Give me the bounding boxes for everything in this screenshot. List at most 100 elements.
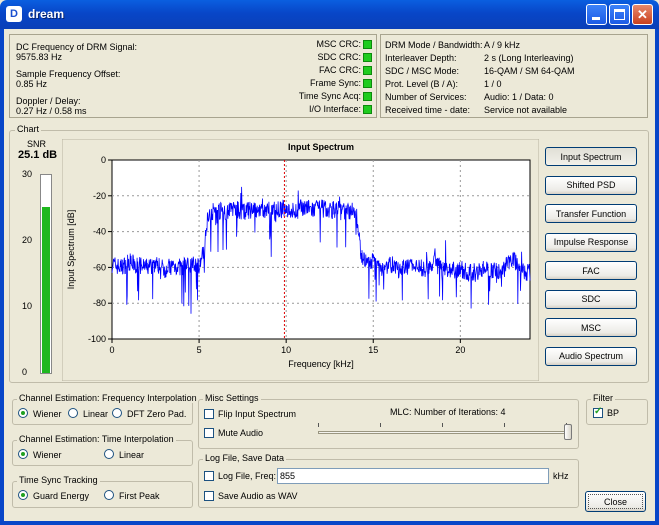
snr-fill xyxy=(42,207,50,373)
mlc-slider-track xyxy=(318,431,572,434)
interleaver-label: Interleaver Depth: xyxy=(385,53,457,63)
snr-tick-label: 10 xyxy=(22,301,33,311)
minimize-button[interactable] xyxy=(586,4,607,25)
flip-spectrum-label: Flip Input Spectrum xyxy=(218,409,297,419)
drm-mode-value: A / 9 kHz xyxy=(484,40,521,50)
sdc-msc-mode-value: 16-QAM / SM 64-QAM xyxy=(484,66,575,76)
y-tick-label: -60 xyxy=(93,262,106,272)
flip-spectrum-checkbox[interactable] xyxy=(204,409,214,419)
doppler-delay-value: 0.27 Hz / 0.58 ms xyxy=(16,106,87,116)
y-tick-label: -100 xyxy=(88,334,106,344)
close-window-button[interactable]: ✕ xyxy=(632,4,653,25)
save-wav-label: Save Audio as WAV xyxy=(218,491,298,501)
freq-interp-radio-linear[interactable] xyxy=(68,408,78,418)
msc-crc-led xyxy=(363,40,372,49)
title-bar[interactable]: D dream ✕ xyxy=(0,0,659,29)
bp-label: BP xyxy=(607,408,620,418)
snr-value: 25.1 dB xyxy=(18,149,58,161)
prot-level-label: Prot. Level (B / A): xyxy=(385,79,459,89)
time-sync-option-label: First Peak xyxy=(119,491,160,501)
x-tick-label: 15 xyxy=(368,345,378,355)
plot-area xyxy=(111,159,531,340)
view-button-input-spectrum[interactable]: Input Spectrum xyxy=(545,147,637,166)
view-button-shifted-psd[interactable]: Shifted PSD xyxy=(545,175,637,195)
maximize-button[interactable] xyxy=(609,4,630,25)
time-sync-acq-label: Time Sync Acq: xyxy=(298,91,361,101)
frame-sync-label: Frame Sync: xyxy=(309,78,361,88)
view-button-msc[interactable]: MSC xyxy=(545,318,637,337)
time-interp-option-label: Linear xyxy=(119,450,145,460)
y-axis-label: Input Spectrum [dB] xyxy=(66,210,76,290)
drm-mode-label: DRM Mode / Bandwidth: xyxy=(385,40,483,50)
time-interp-option-label: Wiener xyxy=(33,450,62,460)
freq-interp-radio-wiener[interactable] xyxy=(18,408,28,418)
mute-audio-checkbox[interactable] xyxy=(204,428,214,438)
misc-settings-label: Misc Settings xyxy=(203,393,261,403)
freq-interp-label: Channel Estimation: Frequency Interpolat… xyxy=(17,393,199,403)
status-panel: DC Frequency of DRM Signal: 9575.83 Hz S… xyxy=(9,34,377,118)
minimize-icon xyxy=(592,17,600,20)
time-sync-radio-guard-energy[interactable] xyxy=(18,490,28,500)
time-interp-label: Channel Estimation: Time Interpolation xyxy=(17,434,176,444)
spectrum-chart: Input Spectrum0-20-40-60-80-1000 5 10 15 20F… xyxy=(62,139,539,381)
x-tick-label: 0 xyxy=(109,345,114,355)
mlc-slider-tick xyxy=(380,423,381,427)
chart-title: Input Spectrum xyxy=(288,142,354,152)
fac-crc-label: FAC CRC: xyxy=(318,65,361,75)
mlc-slider-tick xyxy=(318,423,319,427)
mute-audio-label: Mute Audio xyxy=(218,428,264,438)
dc-frequency-value: 9575.83 Hz xyxy=(16,52,63,62)
time-interp-radio-wiener[interactable] xyxy=(18,449,28,459)
log-freq-input[interactable]: 855 xyxy=(277,468,549,484)
time-sync-option-label: Guard Energy xyxy=(33,491,90,501)
sample-offset-label: Sample Frequency Offset: xyxy=(16,69,121,79)
bp-checkbox[interactable] xyxy=(593,406,603,418)
view-button-transfer-function[interactable]: Transfer Function xyxy=(545,204,637,223)
time-sync-radio-first-peak[interactable] xyxy=(104,490,114,500)
freq-interp-radio-dft-zero-pad-[interactable] xyxy=(112,408,122,418)
mlc-slider[interactable] xyxy=(318,423,572,441)
sample-offset-value: 0.85 Hz xyxy=(16,79,48,89)
log-freq-unit: kHz xyxy=(553,471,569,481)
services-label: Number of Services: xyxy=(385,92,467,102)
dc-frequency-label: DC Frequency of DRM Signal: xyxy=(16,42,138,52)
received-time-value: Service not available xyxy=(484,105,568,115)
maximize-icon xyxy=(614,9,625,20)
close-button[interactable]: Close xyxy=(585,491,646,512)
snr-tick-label: 0 xyxy=(22,367,28,377)
x-axis-label: Frequency [kHz] xyxy=(288,359,354,369)
app-icon[interactable]: D xyxy=(6,6,22,22)
received-time-label: Received time - date: xyxy=(385,105,471,115)
view-button-sdc[interactable]: SDC xyxy=(545,289,637,309)
log-file-checkbox[interactable] xyxy=(204,471,214,481)
sdc-crc-led xyxy=(363,53,372,62)
mlc-label: MLC: Number of Iterations: 4 xyxy=(390,407,506,417)
x-tick-label: 10 xyxy=(281,345,291,355)
close-icon: ✕ xyxy=(637,7,648,22)
info-panel: DRM Mode / Bandwidth: A / 9 kHz Interlea… xyxy=(380,34,648,118)
snr-tick-label: 30 xyxy=(22,169,33,179)
time-interp-radio-linear[interactable] xyxy=(104,449,114,459)
view-button-audio-spectrum[interactable]: Audio Spectrum xyxy=(545,346,637,366)
x-tick-label: 5 xyxy=(197,345,202,355)
prot-level-value: 1 / 0 xyxy=(484,79,502,89)
snr-tick-label: 20 xyxy=(22,235,33,245)
x-tick-label: 20 xyxy=(455,345,465,355)
view-button-fac[interactable]: FAC xyxy=(545,261,637,280)
freq-interp-option-label: Wiener xyxy=(33,409,62,419)
y-tick-label: 0 xyxy=(101,155,106,165)
io-interface-led xyxy=(363,105,372,114)
io-interface-label: I/O Interface: xyxy=(308,104,361,114)
mlc-slider-tick xyxy=(504,423,505,427)
snr-meter: 30 20 10 0 xyxy=(20,167,60,379)
save-wav-checkbox[interactable] xyxy=(204,491,214,501)
log-file-freq-label: Log File, Freq: xyxy=(218,471,277,481)
log-file-label: Log File, Save Data xyxy=(203,453,287,463)
interleaver-value: 2 s (Long Interleaving) xyxy=(484,53,574,63)
fac-crc-led xyxy=(363,66,372,75)
view-button-impulse-response[interactable]: Impulse Response xyxy=(545,232,637,252)
mlc-slider-tick xyxy=(442,423,443,427)
sdc-msc-mode-label: SDC / MSC Mode: xyxy=(385,66,460,76)
mlc-slider-thumb[interactable] xyxy=(564,424,572,440)
doppler-delay-label: Doppler / Delay: xyxy=(16,96,81,106)
